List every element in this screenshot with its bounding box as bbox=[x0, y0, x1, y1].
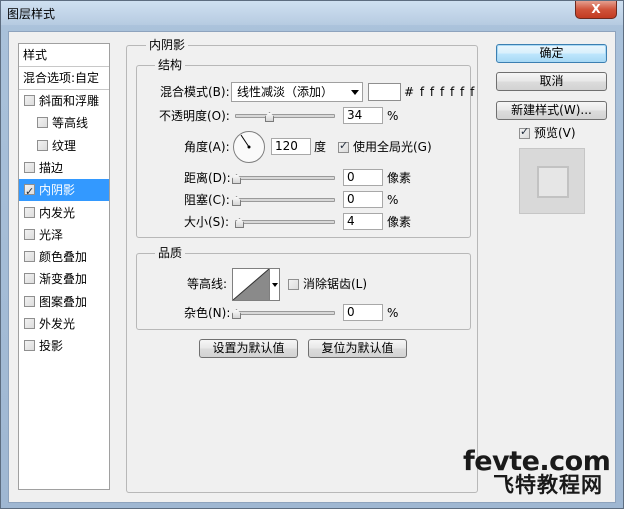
sidebar-item-checkbox[interactable] bbox=[24, 296, 35, 307]
sidebar-item-label: 颜色叠加 bbox=[39, 250, 88, 264]
blend-mode-select[interactable]: 线性减淡（添加） bbox=[231, 82, 363, 102]
sidebar-item[interactable]: 斜面和浮雕 bbox=[19, 90, 109, 112]
antialias-checkbox[interactable] bbox=[288, 279, 299, 290]
opacity-input[interactable]: 34 bbox=[343, 107, 383, 124]
sidebar-item-label: 内发光 bbox=[39, 206, 76, 220]
structure-title: 结构 bbox=[155, 58, 186, 72]
choke-slider[interactable] bbox=[235, 198, 335, 202]
sidebar-item[interactable]: 渐变叠加 bbox=[19, 268, 109, 290]
angle-needle-icon bbox=[240, 134, 251, 149]
ok-button[interactable]: 确定 bbox=[496, 44, 607, 63]
chevron-down-icon bbox=[351, 90, 359, 95]
sidebar-item-label: 渐变叠加 bbox=[39, 272, 88, 286]
choke-label: 阻塞(C): bbox=[184, 193, 230, 207]
size-unit: 像素 bbox=[387, 215, 412, 229]
sidebar-item-checkbox[interactable] bbox=[24, 340, 35, 351]
close-button[interactable]: X bbox=[575, 1, 617, 19]
opacity-label: 不透明度(O): bbox=[159, 109, 230, 123]
watermark-domain: fevte.com bbox=[463, 446, 611, 477]
quality-title: 品质 bbox=[155, 246, 186, 260]
angle-input[interactable]: 120 bbox=[271, 138, 311, 155]
contour-curve-icon bbox=[232, 268, 270, 301]
sidebar-item[interactable]: 描边 bbox=[19, 157, 109, 179]
sidebar-item-checkbox[interactable] bbox=[24, 318, 35, 329]
size-slider[interactable] bbox=[235, 220, 335, 224]
sidebar-item-checkbox[interactable] bbox=[24, 251, 35, 262]
sidebar-item-checkbox[interactable] bbox=[24, 95, 35, 106]
style-preview-swatch bbox=[537, 166, 569, 198]
size-input[interactable]: 4 bbox=[343, 213, 383, 230]
sidebar-item-checkbox[interactable] bbox=[24, 229, 35, 240]
sidebar-item-checkbox[interactable] bbox=[37, 117, 48, 128]
opacity-unit: % bbox=[387, 109, 399, 123]
global-light-label[interactable]: 使用全局光(G) bbox=[353, 139, 432, 155]
sidebar-item-checkbox[interactable] bbox=[24, 162, 35, 173]
sidebar-item-label: 内阴影 bbox=[39, 183, 76, 197]
sidebar-item-label: 斜面和浮雕 bbox=[39, 94, 100, 108]
opacity-slider[interactable] bbox=[235, 114, 335, 118]
global-light-checkbox[interactable] bbox=[338, 139, 349, 153]
styles-header[interactable]: 样式 bbox=[19, 44, 109, 66]
styles-list: 样式 混合选项:自定 斜面和浮雕等高线纹理描边内阴影内发光光泽颜色叠加渐变叠加图… bbox=[18, 43, 110, 490]
dialog-client: 样式 混合选项:自定 斜面和浮雕等高线纹理描边内阴影内发光光泽颜色叠加渐变叠加图… bbox=[8, 31, 616, 503]
sidebar-item-label: 投影 bbox=[39, 339, 64, 353]
sidebar-item[interactable]: 纹理 bbox=[19, 135, 109, 157]
noise-label: 杂色(N): bbox=[184, 306, 231, 320]
sidebar-item[interactable]: 内发光 bbox=[19, 202, 109, 224]
contour-picker[interactable] bbox=[232, 268, 270, 301]
angle-unit: 度 bbox=[314, 140, 327, 154]
blend-mode-value: 线性减淡（添加） bbox=[237, 85, 334, 99]
choke-input[interactable]: 0 bbox=[343, 191, 383, 208]
preview-checkbox[interactable] bbox=[519, 125, 530, 139]
sidebar-item-label: 图案叠加 bbox=[39, 295, 88, 309]
choke-unit: % bbox=[387, 193, 399, 207]
panel-title: 内阴影 bbox=[146, 38, 189, 52]
angle-label: 角度(A): bbox=[184, 140, 230, 154]
watermark-site-name: 飞特教程网 bbox=[493, 473, 603, 497]
new-style-button[interactable]: 新建样式(W)... bbox=[496, 101, 607, 120]
sidebar-item[interactable]: 图案叠加 bbox=[19, 291, 109, 313]
styles-header-label: 样式 bbox=[23, 48, 48, 62]
sidebar-item-blend-options[interactable]: 混合选项:自定 bbox=[19, 67, 109, 89]
distance-slider[interactable] bbox=[235, 176, 335, 180]
sidebar-item-label: 纹理 bbox=[52, 139, 77, 153]
preview-label[interactable]: 预览(V) bbox=[534, 125, 576, 141]
layer-style-dialog: 图层样式 X 样式 混合选项:自定 斜面和浮雕等高线纹理描边内阴影内发光光泽颜色… bbox=[0, 0, 624, 509]
size-label: 大小(S): bbox=[184, 215, 230, 229]
sidebar-item-label: 光泽 bbox=[39, 228, 64, 242]
sidebar-item-checkbox[interactable] bbox=[24, 181, 35, 203]
sidebar-item[interactable]: 投影 bbox=[19, 335, 109, 357]
noise-unit: % bbox=[387, 306, 399, 320]
contour-label: 等高线: bbox=[187, 277, 228, 291]
distance-input[interactable]: 0 bbox=[343, 169, 383, 186]
sidebar-item-label: 描边 bbox=[39, 161, 64, 175]
sidebar-item-label: 外发光 bbox=[39, 317, 76, 331]
noise-slider[interactable] bbox=[235, 311, 335, 315]
contour-dropdown-button[interactable] bbox=[270, 268, 280, 301]
distance-unit: 像素 bbox=[387, 171, 412, 185]
sidebar-item[interactable]: 等高线 bbox=[19, 112, 109, 134]
blend-options-label: 混合选项:自定 bbox=[23, 71, 100, 85]
make-default-button[interactable]: 设置为默认值 bbox=[199, 339, 298, 358]
distance-label: 距离(D): bbox=[184, 171, 231, 185]
antialias-label[interactable]: 消除锯齿(L) bbox=[303, 276, 367, 292]
sidebar-item[interactable]: 光泽 bbox=[19, 224, 109, 246]
style-preview bbox=[519, 148, 585, 214]
reset-default-button[interactable]: 复位为默认值 bbox=[308, 339, 407, 358]
blend-mode-label: 混合模式(B): bbox=[160, 85, 230, 99]
sidebar-item-checkbox[interactable] bbox=[37, 140, 48, 151]
color-hex: # f f f f f f bbox=[404, 85, 476, 99]
sidebar-item-checkbox[interactable] bbox=[24, 207, 35, 218]
shadow-color-swatch[interactable] bbox=[368, 83, 401, 101]
title-bar[interactable]: 图层样式 X bbox=[1, 1, 623, 25]
noise-input[interactable]: 0 bbox=[343, 304, 383, 321]
sidebar-item-label: 等高线 bbox=[52, 116, 89, 130]
sidebar-item[interactable]: 颜色叠加 bbox=[19, 246, 109, 268]
angle-dial[interactable] bbox=[233, 131, 265, 163]
window-title: 图层样式 bbox=[7, 7, 56, 21]
cancel-button[interactable]: 取消 bbox=[496, 72, 607, 91]
sidebar-item-checkbox[interactable] bbox=[24, 273, 35, 284]
sidebar-item[interactable]: 内阴影 bbox=[19, 179, 109, 203]
sidebar-item[interactable]: 外发光 bbox=[19, 313, 109, 335]
